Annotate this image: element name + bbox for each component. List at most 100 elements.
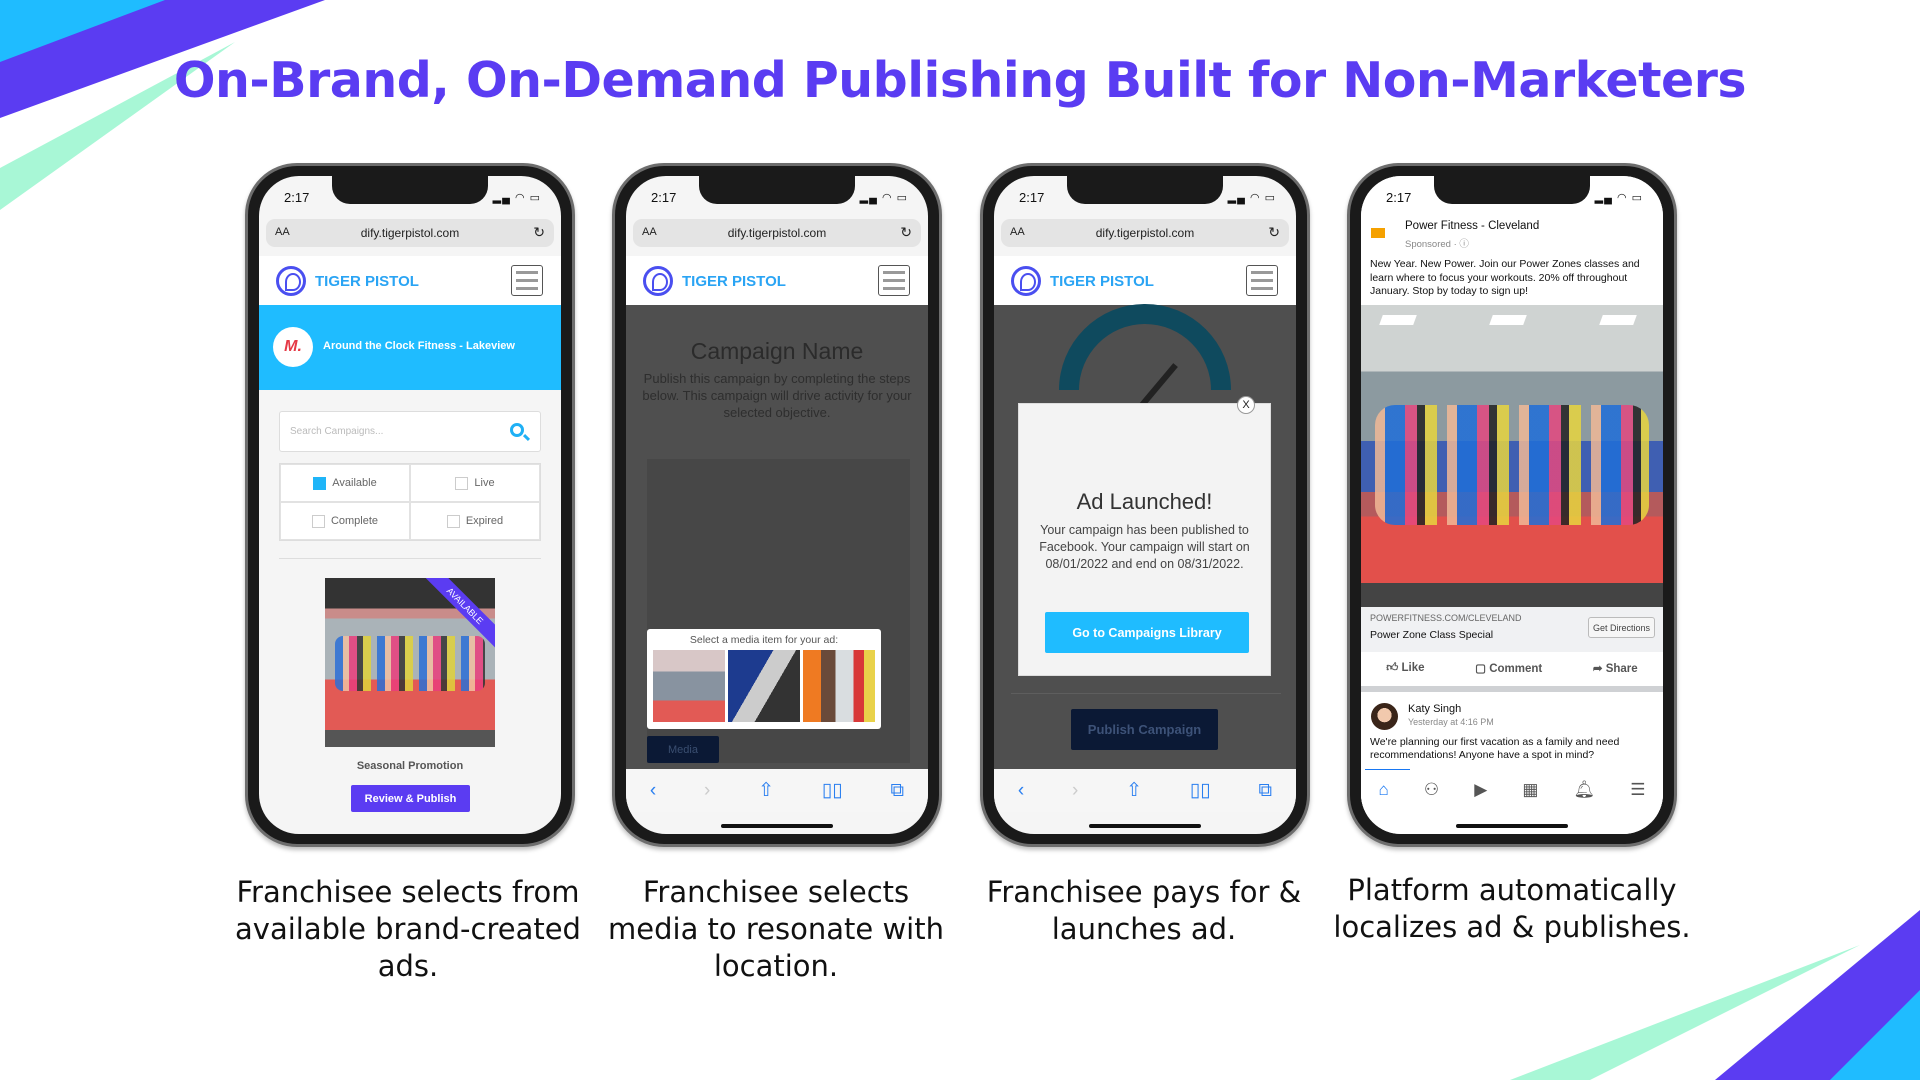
search-placeholder: Search Campaigns... bbox=[290, 426, 384, 437]
share-label: Share bbox=[1605, 663, 1638, 675]
forward-icon[interactable]: › bbox=[704, 780, 710, 802]
hamburger-menu-icon[interactable] bbox=[1246, 265, 1278, 296]
status-icons: ▂▄ ◠ ▭ bbox=[492, 192, 541, 204]
hamburger-menu-icon[interactable] bbox=[878, 265, 910, 296]
filter-expired[interactable]: Expired bbox=[410, 502, 540, 540]
tiger-pistol-logo-icon bbox=[276, 266, 306, 296]
link-title: Power Zone Class Special bbox=[1370, 629, 1494, 641]
link-url: POWERFITNESS.COM/CLEVELAND bbox=[1370, 613, 1522, 623]
home-icon[interactable]: ⌂ bbox=[1379, 780, 1389, 800]
comment-button[interactable]: ▢ Comment bbox=[1475, 661, 1542, 675]
comment-label: Comment bbox=[1489, 663, 1543, 675]
friends-icon[interactable]: ⚇ bbox=[1424, 780, 1439, 800]
facebook-tab-bar: ⌂ ⚇ ▶ ▦ 🔔︎ ☰ bbox=[1361, 770, 1663, 810]
checkbox[interactable] bbox=[446, 514, 460, 528]
bookmarks-icon[interactable]: ▯▯ bbox=[1190, 779, 1211, 802]
status-filters: Available Live Complete Expired bbox=[279, 463, 541, 541]
page-title: On-Brand, On-Demand Publishing Built for… bbox=[173, 52, 1747, 109]
url-text: dify.tigerpistol.com bbox=[727, 226, 827, 240]
post-author[interactable]: Katy Singh bbox=[1408, 703, 1461, 715]
ad-link-preview[interactable]: POWERFITNESS.COM/CLEVELAND Power Zone Cl… bbox=[1361, 607, 1663, 652]
reload-icon[interactable]: ↻ bbox=[900, 224, 912, 241]
share-arrow-icon: ➦ bbox=[1592, 663, 1606, 675]
address-bar[interactable]: AA dify.tigerpistol.com ↻ bbox=[633, 219, 921, 247]
campaign-description: Publish this campaign by completing the … bbox=[642, 371, 912, 420]
like-button[interactable]: 👍︎ Like bbox=[1386, 661, 1424, 675]
share-icon[interactable]: ⇧ bbox=[758, 779, 774, 802]
menu-icon[interactable]: ☰ bbox=[1630, 780, 1645, 800]
filter-label: Available bbox=[332, 477, 377, 489]
tiger-pistol-logo-icon bbox=[643, 266, 673, 296]
campaign-thumbnail[interactable]: AVAILABLE bbox=[325, 578, 495, 747]
home-indicator bbox=[721, 824, 833, 828]
campaign-name: Campaign Name bbox=[690, 338, 864, 364]
filter-label: Expired bbox=[465, 515, 504, 527]
search-icon[interactable] bbox=[510, 423, 524, 437]
get-directions-button[interactable]: Get Directions bbox=[1587, 617, 1655, 638]
page-name[interactable]: Power Fitness - Cleveland bbox=[1405, 220, 1539, 232]
filter-label: Live bbox=[474, 477, 495, 489]
location-banner: M. Around the Clock Fitness - Lakeview bbox=[259, 305, 561, 390]
modal-body: Your campaign has been published to Face… bbox=[1039, 523, 1250, 571]
reload-icon[interactable]: ↻ bbox=[1268, 224, 1280, 241]
location-avatar: M. bbox=[273, 327, 313, 367]
phone-campaign-list: 2:17 ▂▄ ◠ ▭ AA dify.tigerpistol.com ↻ TIGE… bbox=[245, 163, 575, 847]
search-campaigns-input[interactable]: Search Campaigns... bbox=[279, 411, 541, 452]
tabs-icon[interactable]: ⧉ bbox=[1259, 780, 1273, 802]
review-publish-button[interactable]: Review & Publish bbox=[351, 785, 470, 812]
ad-image[interactable] bbox=[1361, 305, 1663, 607]
tabs-icon[interactable]: ⧉ bbox=[891, 780, 905, 802]
share-button[interactable]: ➦ Share bbox=[1593, 661, 1638, 675]
power-fitness-logo bbox=[1371, 228, 1399, 238]
checkbox[interactable] bbox=[311, 514, 325, 528]
back-icon[interactable]: ‹ bbox=[1018, 780, 1024, 802]
media-item-spin-class[interactable] bbox=[803, 650, 875, 722]
bookmarks-icon[interactable]: ▯▯ bbox=[822, 779, 843, 802]
back-icon[interactable]: ‹ bbox=[650, 780, 656, 802]
divider bbox=[279, 558, 541, 559]
divider bbox=[1011, 693, 1281, 694]
address-bar[interactable]: AA dify.tigerpistol.com ↻ bbox=[1001, 219, 1289, 247]
author-avatar[interactable] bbox=[1371, 703, 1398, 730]
sponsored-label: Sponsored · ⓘ bbox=[1405, 239, 1469, 250]
address-bar[interactable]: AA dify.tigerpistol.com ↻ bbox=[266, 219, 554, 247]
home-indicator bbox=[1089, 824, 1201, 828]
phone-facebook-ad: 2:17 ▂▄ ◠ ▭ Power Fitness - Cleveland Sp… bbox=[1347, 163, 1677, 847]
brand-name: TIGER PISTOL bbox=[315, 273, 419, 290]
bell-icon[interactable]: 🔔︎ bbox=[1574, 780, 1596, 800]
app-header: TIGER PISTOL bbox=[626, 256, 928, 305]
status-icons: ▂▄ ◠ ▭ bbox=[859, 192, 908, 204]
comment-icon: ▢ bbox=[1475, 663, 1490, 675]
checkbox[interactable] bbox=[455, 476, 469, 490]
caption-step-1: Franchisee selects from available brand-… bbox=[235, 875, 581, 983]
filter-complete[interactable]: Complete bbox=[280, 502, 410, 540]
reload-icon[interactable]: ↻ bbox=[533, 224, 545, 241]
notch bbox=[699, 176, 855, 204]
checkbox-checked[interactable] bbox=[313, 476, 327, 490]
url-text: dify.tigerpistol.com bbox=[1095, 226, 1195, 240]
watch-icon[interactable]: ▶ bbox=[1474, 780, 1487, 800]
like-label: Like bbox=[1401, 662, 1425, 674]
close-icon[interactable]: X bbox=[1237, 396, 1255, 414]
media-item-medicine-ball[interactable] bbox=[728, 650, 800, 722]
go-to-campaigns-library-button[interactable]: Go to Campaigns Library bbox=[1045, 612, 1249, 653]
modal-title: Ad Launched! bbox=[1076, 489, 1213, 514]
filter-live[interactable]: Live bbox=[410, 464, 540, 502]
ad-text: New Year. New Power. Join our Power Zone… bbox=[1370, 258, 1640, 297]
phone-ad-launched: 2:17 ▂▄ ◠ ▭ AA dify.tigerpistol.com ↻ TIGE… bbox=[980, 163, 1310, 847]
notch bbox=[1067, 176, 1223, 204]
hamburger-menu-icon[interactable] bbox=[511, 265, 543, 296]
share-icon[interactable]: ⇧ bbox=[1126, 779, 1142, 802]
forward-icon[interactable]: › bbox=[1072, 780, 1078, 802]
location-name: Around the Clock Fitness - Lakeview bbox=[323, 340, 515, 352]
media-button[interactable]: Media bbox=[647, 736, 719, 763]
safari-toolbar: ‹ › ⇧ ▯▯ ⧉ bbox=[994, 769, 1296, 812]
filter-available[interactable]: Available bbox=[280, 464, 410, 502]
caption-step-2: Franchisee selects media to resonate wit… bbox=[608, 875, 944, 983]
phone-media-select: 2:17 ▂▄ ◠ ▭ AA dify.tigerpistol.com ↻ TIGE… bbox=[612, 163, 942, 847]
marketplace-icon[interactable]: ▦ bbox=[1522, 780, 1538, 800]
publish-campaign-button[interactable]: Publish Campaign bbox=[1071, 709, 1218, 750]
facebook-feed: 2:17 ▂▄ ◠ ▭ Power Fitness - Cleveland Sp… bbox=[1361, 176, 1663, 834]
app-header: TIGER PISTOL bbox=[994, 256, 1296, 305]
media-item-kettlebell-class[interactable] bbox=[653, 650, 725, 722]
